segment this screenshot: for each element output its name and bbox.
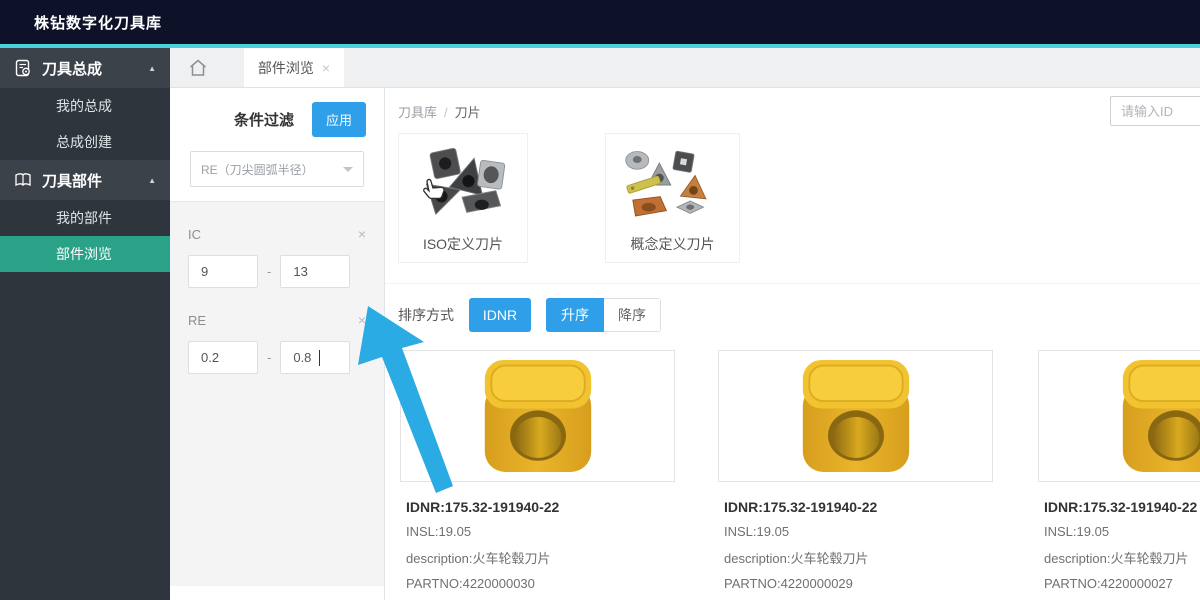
product-partno: PARTNO:4220000029 (724, 576, 987, 591)
product-idnr: IDNR:175.32-191940-22 (724, 499, 987, 515)
insert-image (1120, 357, 1200, 475)
chevron-down-icon (343, 167, 353, 177)
product-insl: INSL:19.05 (406, 524, 669, 539)
assembly-icon (14, 59, 32, 77)
product-idnr: IDNR:175.32-191940-22 (1044, 499, 1200, 515)
ic-min-input[interactable] (188, 255, 258, 288)
sidebar-item-label: 我的部件 (56, 208, 112, 228)
range-dash: - (267, 264, 271, 279)
sidebar-item-label: 总成创建 (56, 132, 112, 152)
sort-direction-group: 升序 降序 (546, 298, 661, 332)
ic-max-input[interactable] (280, 255, 350, 288)
sort-descending-button[interactable]: 降序 (604, 298, 661, 332)
home-icon (187, 57, 209, 79)
range-dash: - (267, 350, 271, 365)
product-description: description:火车轮毂刀片 (724, 548, 987, 567)
app-title: 株钻数字化刀具库 (34, 12, 162, 33)
sidebar-group-label: 刀具总成 (42, 58, 102, 79)
search-input[interactable] (1110, 96, 1200, 126)
category-label: ISO定义刀片 (423, 234, 503, 254)
remove-filter-ic-icon[interactable]: × (358, 226, 366, 242)
sidebar-item-label: 部件浏览 (56, 244, 112, 264)
sort-controls: 排序方式 IDNR 升序 降序 (398, 298, 661, 332)
remove-filter-re-icon[interactable]: × (358, 312, 366, 328)
product-description: description:火车轮毂刀片 (406, 548, 669, 567)
filter-attribute-dropdown[interactable]: RE（刀尖圆弧半径） (190, 151, 364, 187)
category-card-iso[interactable]: ISO定义刀片 (398, 133, 528, 263)
top-bar: 株钻数字化刀具库 (0, 0, 1200, 44)
concept-inserts-image (609, 140, 737, 232)
product-card[interactable]: IDNR:175.32-191940-22 INSL:19.05 descrip… (718, 350, 993, 600)
re-min-input[interactable] (188, 341, 258, 374)
product-image-box (400, 350, 675, 482)
re-max-input[interactable] (280, 341, 350, 374)
sidebar-item-my-assemblies[interactable]: 我的总成 (0, 88, 170, 124)
sort-ascending-button[interactable]: 升序 (546, 298, 604, 332)
product-image-box (718, 350, 993, 482)
sidebar-item-label: 我的总成 (56, 96, 112, 116)
sidebar-group-tool-parts[interactable]: 刀具部件 ▲ (0, 160, 170, 200)
section-divider (385, 283, 1200, 284)
dropdown-value: RE（刀尖圆弧半径） (201, 161, 314, 178)
sort-field-button[interactable]: IDNR (469, 298, 531, 332)
insert-image (482, 357, 594, 475)
category-card-concept[interactable]: 概念定义刀片 (605, 133, 740, 263)
text-caret (319, 350, 320, 366)
sort-label: 排序方式 (398, 305, 454, 325)
filter-section-label-re: RE (188, 313, 206, 328)
product-card[interactable]: IDNR:175.32-191940-22 INSL:19.05 descrip… (1038, 350, 1200, 600)
sidebar-item-my-parts[interactable]: 我的部件 (0, 200, 170, 236)
breadcrumb: 刀具库 / 刀片 (398, 102, 481, 121)
filter-title: 条件过滤 (234, 109, 294, 130)
sidebar: 刀具总成 ▲ 我的总成 总成创建 刀具部件 ▲ 我的部件 部件浏览 (0, 48, 170, 600)
product-partno: PARTNO:4220000030 (406, 576, 669, 591)
filter-section-label-ic: IC (188, 227, 201, 242)
chevron-up-icon: ▲ (148, 176, 156, 185)
main-content: 刀具库 / 刀片 (385, 88, 1200, 600)
product-insl: INSL:19.05 (724, 524, 987, 539)
sidebar-group-tool-assembly[interactable]: 刀具总成 ▲ (0, 48, 170, 88)
breadcrumb-root[interactable]: 刀具库 (398, 105, 437, 120)
home-button[interactable] (170, 48, 226, 87)
product-card[interactable]: IDNR:175.32-191940-22 INSL:19.05 descrip… (400, 350, 675, 600)
tab-label: 部件浏览 (258, 58, 314, 78)
product-insl: INSL:19.05 (1044, 524, 1200, 539)
product-image-box (1038, 350, 1200, 482)
close-icon[interactable]: × (322, 60, 330, 76)
product-idnr: IDNR:175.32-191940-22 (406, 499, 669, 515)
category-label: 概念定义刀片 (631, 234, 715, 254)
hand-cursor-icon (419, 178, 445, 204)
chevron-up-icon: ▲ (148, 64, 156, 73)
filter-panel: 条件过滤 应用 RE（刀尖圆弧半径） IC × - RE × - (170, 88, 385, 600)
sidebar-group-label: 刀具部件 (42, 170, 102, 191)
product-partno: PARTNO:4220000027 (1044, 576, 1200, 591)
sidebar-item-parts-browse[interactable]: 部件浏览 (0, 236, 170, 272)
book-icon (14, 171, 32, 189)
insert-image (800, 357, 912, 475)
apply-button[interactable]: 应用 (312, 102, 366, 137)
tab-parts-browse[interactable]: 部件浏览 × (244, 48, 344, 87)
breadcrumb-separator: / (444, 105, 448, 120)
breadcrumb-current: 刀片 (455, 105, 481, 120)
sidebar-item-assembly-create[interactable]: 总成创建 (0, 124, 170, 160)
product-description: description:火车轮毂刀片 (1044, 548, 1200, 567)
tab-bar: 部件浏览 × (170, 48, 1200, 88)
